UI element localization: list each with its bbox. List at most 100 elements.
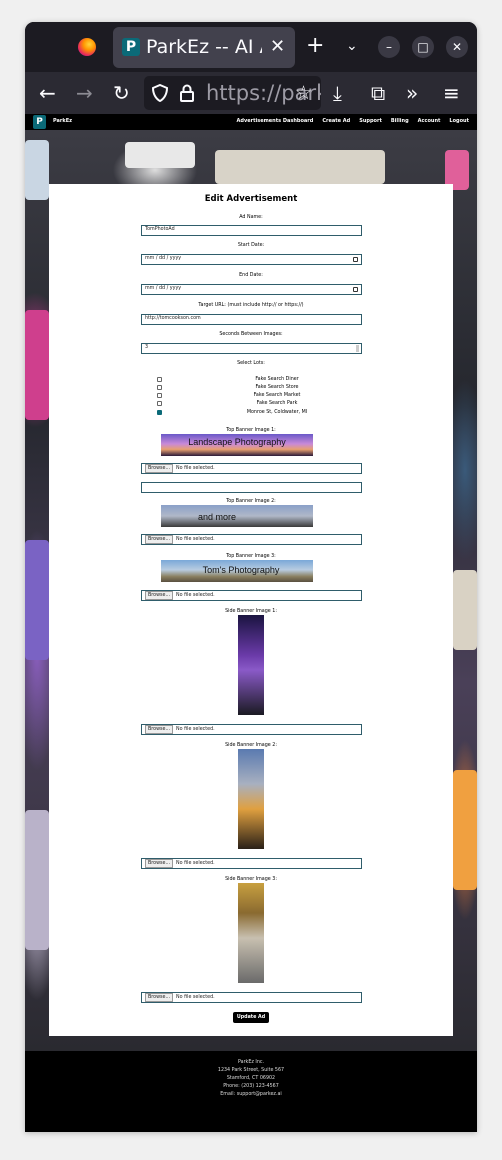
top-banner-1-image: Landscape Photography — [161, 434, 313, 456]
menu-icon[interactable]: ≡ — [443, 82, 460, 104]
nav-support[interactable]: Support — [359, 117, 382, 126]
lot-name: Fake Search Store — [255, 385, 299, 390]
background-sticker — [25, 810, 49, 950]
plus-icon[interactable]: + — [306, 33, 324, 59]
tab-bar: P ParkEz -- AI Assistant ✕ + ⌄ – □ ✕ — [25, 22, 477, 72]
calendar-icon[interactable] — [353, 287, 358, 292]
end-date-input[interactable]: mm / dd / yyyy — [141, 284, 362, 295]
lot-option[interactable]: Fake Search Park — [157, 400, 357, 408]
calendar-icon[interactable] — [353, 257, 358, 262]
site-nav-links: Advertisements Dashboard Create Ad Suppo… — [237, 117, 469, 126]
seconds-value: 3 — [145, 345, 149, 350]
side-banner-3-label: Side Banner Image 3: — [225, 877, 277, 882]
side-banner-3-file-input[interactable]: Browse... No file selected. — [141, 992, 362, 1003]
tab-active[interactable]: P ParkEz -- AI Assistant ✕ — [113, 27, 295, 68]
browse-button[interactable]: Browse... — [145, 859, 174, 868]
lot-option[interactable]: Fake Search Store — [157, 384, 357, 392]
page-title: Edit Advertisement — [204, 194, 298, 204]
star-icon[interactable]: ☆ — [295, 82, 312, 104]
spinner-icon[interactable] — [356, 345, 359, 352]
footer-phone: Phone: (203) 123-4567 — [223, 1084, 279, 1089]
footer-email[interactable]: Email: support@parkez.ai — [25, 1091, 477, 1098]
side-banner-1-label: Side Banner Image 1: — [225, 609, 277, 614]
background-sticker — [25, 540, 49, 660]
overflow-icon[interactable]: » — [406, 82, 418, 104]
top-banner-1-file-input[interactable]: Browse... No file selected. — [141, 463, 362, 474]
extensions-icon[interactable]: ⧉ — [371, 82, 385, 104]
maximize-icon[interactable]: □ — [412, 36, 434, 58]
browser-window: P ParkEz -- AI Assistant ✕ + ⌄ – □ ✕ ← →… — [25, 22, 477, 1132]
top-banner-3-label: Top Banner Image 3: — [226, 554, 276, 559]
top-banner-1-caption: Landscape Photography — [188, 437, 286, 447]
top-banner-1-label: Top Banner Image 1: — [226, 428, 276, 433]
page-viewport: P ParkEz Advertisements Dashboard Create… — [25, 114, 477, 1132]
lot-name: Fake Search Diner — [255, 377, 299, 382]
top-banner-3-image: Tom's Photography — [161, 560, 313, 582]
forward-icon[interactable]: → — [76, 82, 93, 104]
nav-create-ad[interactable]: Create Ad — [322, 117, 350, 126]
side-banner-1-image — [238, 615, 264, 715]
background-sticker — [25, 140, 49, 200]
no-file-text: No file selected. — [176, 727, 215, 732]
browse-button[interactable]: Browse... — [145, 464, 174, 473]
no-file-text: No file selected. — [176, 537, 215, 542]
target-url-input[interactable]: http://tomcookson.com — [141, 314, 362, 325]
lot-name: Monroe St, Coldwater, MI — [246, 410, 308, 415]
site-navbar: P ParkEz Advertisements Dashboard Create… — [25, 114, 477, 130]
no-file-text: No file selected. — [176, 466, 215, 471]
seconds-input[interactable]: 3 — [141, 343, 362, 354]
edit-ad-card: Edit Advertisement Ad Name: TomPhotoAd S… — [49, 184, 453, 1036]
top-banner-2-file-input[interactable]: Browse... No file selected. — [141, 534, 362, 545]
top-banner-2-caption: and more — [197, 512, 237, 522]
tab-title: ParkEz -- AI Assistant — [146, 36, 262, 58]
minimize-icon[interactable]: – — [378, 36, 400, 58]
lot-name: Fake Search Park — [256, 401, 298, 406]
site-brand[interactable]: ParkEz — [53, 117, 72, 126]
footer-company: ParkEz Inc. — [237, 1060, 265, 1065]
nav-bar: ← → ↻ https://parkez.ai ☆ ⤓ ⧉ » ≡ — [25, 72, 477, 114]
select-lots-label: Select Lots: — [237, 361, 265, 366]
browse-button[interactable]: Browse... — [145, 725, 174, 734]
no-file-text: No file selected. — [176, 995, 215, 1000]
background-sticker — [453, 770, 477, 890]
firefox-icon[interactable] — [78, 38, 96, 56]
no-file-text: No file selected. — [176, 861, 215, 866]
target-url-label: Target URL: (must include http:// or htt… — [198, 303, 304, 308]
end-date-label: End Date: — [239, 273, 263, 278]
side-banner-2-label: Side Banner Image 2: — [225, 743, 277, 748]
parkez-logo[interactable]: P — [33, 115, 46, 129]
nav-billing[interactable]: Billing — [391, 117, 409, 126]
close-icon[interactable]: ✕ — [270, 35, 285, 59]
lock-icon[interactable] — [180, 84, 194, 102]
start-date-label: Start Date: — [237, 243, 265, 248]
chevron-down-icon[interactable]: ⌄ — [346, 36, 358, 56]
top-banner-3-file-input[interactable]: Browse... No file selected. — [141, 590, 362, 601]
side-banner-2-file-input[interactable]: Browse... No file selected. — [141, 858, 362, 869]
footer-city: Stamford, CT 06902 — [226, 1076, 276, 1081]
side-banner-1-file-input[interactable]: Browse... No file selected. — [141, 724, 362, 735]
nav-advertisements-dashboard[interactable]: Advertisements Dashboard — [237, 117, 314, 126]
side-banner-3-image — [238, 883, 264, 983]
start-date-input[interactable]: mm / dd / yyyy — [141, 254, 362, 265]
site-footer: ParkEz Inc. 1234 Park Street, Suite 567 … — [25, 1051, 477, 1132]
browse-button[interactable]: Browse... — [145, 591, 174, 600]
browse-button[interactable]: Browse... — [145, 535, 174, 544]
background-sticker — [215, 150, 385, 184]
top-banner-2-image: and more — [161, 505, 313, 527]
back-icon[interactable]: ← — [39, 82, 56, 104]
seconds-label: Seconds Between Images: — [219, 332, 283, 337]
shield-icon[interactable] — [152, 84, 168, 102]
lot-option[interactable]: Monroe St, Coldwater, MI — [157, 409, 357, 417]
ad-name-input[interactable]: TomPhotoAd — [141, 225, 362, 236]
nav-logout[interactable]: Logout — [449, 117, 469, 126]
close-icon[interactable]: ✕ — [446, 36, 468, 58]
extra-input[interactable] — [141, 482, 362, 493]
reload-icon[interactable]: ↻ — [113, 82, 130, 104]
browse-button[interactable]: Browse... — [145, 993, 174, 1002]
ad-name-label: Ad Name: — [239, 215, 263, 220]
update-ad-button[interactable]: Update Ad — [233, 1012, 269, 1023]
lot-option[interactable]: Fake Search Market — [157, 392, 357, 400]
download-icon[interactable]: ⤓ — [333, 82, 342, 104]
nav-account[interactable]: Account — [418, 117, 441, 126]
lot-option[interactable]: Fake Search Diner — [157, 376, 357, 384]
